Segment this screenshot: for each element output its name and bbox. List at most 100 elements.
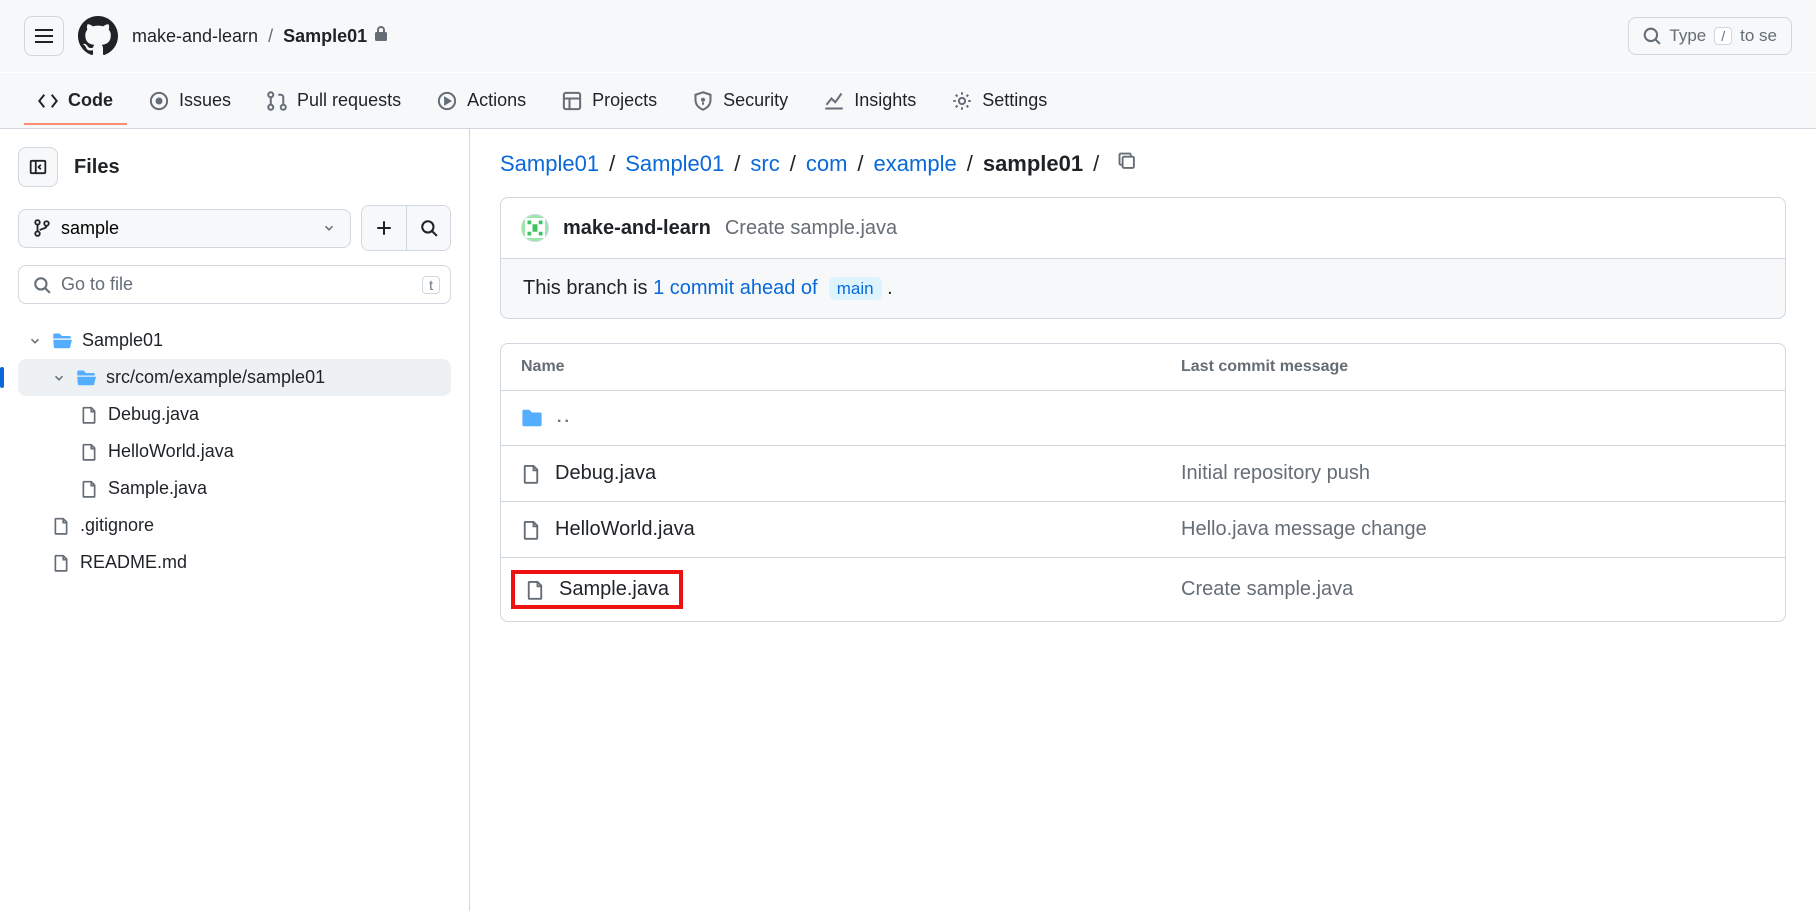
- tree-file[interactable]: Debug.java: [18, 396, 451, 433]
- breadcrumb-separator: /: [264, 26, 277, 47]
- search-files-button[interactable]: [406, 206, 450, 250]
- compare-link[interactable]: 1 commit ahead of: [653, 277, 818, 299]
- branch-compare-notice: This branch is 1 commit ahead of main .: [500, 259, 1786, 319]
- file-icon: [52, 554, 70, 572]
- path-current: sample01: [983, 151, 1083, 177]
- commit-message[interactable]: Create sample.java: [725, 217, 897, 240]
- file-icon: [521, 464, 541, 484]
- commit-msg-cell[interactable]: Initial repository push: [1181, 462, 1765, 485]
- path-segment[interactable]: src: [750, 151, 779, 177]
- goto-placeholder: Go to file: [61, 274, 133, 295]
- tab-security[interactable]: Security: [679, 76, 802, 125]
- parent-dir-row[interactable]: ..: [501, 391, 1785, 446]
- file-name[interactable]: HelloWorld.java: [555, 518, 695, 541]
- tab-actions[interactable]: Actions: [423, 76, 540, 125]
- shield-icon: [693, 91, 713, 111]
- hamburger-icon: [35, 29, 53, 43]
- gear-icon: [952, 91, 972, 111]
- chevron-down-icon: [322, 221, 336, 235]
- add-file-button[interactable]: [362, 206, 406, 250]
- tab-code[interactable]: Code: [24, 76, 127, 125]
- tab-issues[interactable]: Issues: [135, 76, 245, 125]
- global-header: make-and-learn / Sample01 Type / to se: [0, 0, 1816, 73]
- repo-link[interactable]: Sample01: [283, 26, 367, 47]
- file-icon: [52, 517, 70, 535]
- tree-file[interactable]: README.md: [18, 544, 451, 581]
- goto-file-input[interactable]: Go to file t: [18, 265, 451, 304]
- repo-nav: Code Issues Pull requests Actions Projec…: [0, 73, 1816, 129]
- file-icon: [525, 580, 545, 600]
- chevron-down-icon: [28, 334, 42, 348]
- search-icon: [420, 219, 438, 237]
- tab-pulls[interactable]: Pull requests: [253, 76, 415, 125]
- col-header-name: Name: [521, 358, 1181, 376]
- branch-select-button[interactable]: sample: [18, 209, 351, 248]
- play-icon: [437, 91, 457, 111]
- tab-settings[interactable]: Settings: [938, 76, 1061, 125]
- issues-icon: [149, 91, 169, 111]
- code-icon: [38, 91, 58, 111]
- search-kbd: /: [1714, 27, 1732, 45]
- lock-icon: [373, 26, 389, 47]
- commit-author[interactable]: make-and-learn: [563, 217, 711, 240]
- goto-kbd: t: [422, 276, 440, 294]
- commit-msg-cell[interactable]: Hello.java message change: [1181, 518, 1765, 541]
- tab-projects[interactable]: Projects: [548, 76, 671, 125]
- project-icon: [562, 91, 582, 111]
- folder-open-icon: [52, 331, 72, 351]
- path-segment[interactable]: Sample01: [500, 151, 599, 177]
- tree-file[interactable]: Sample.java: [18, 470, 451, 507]
- tree-file[interactable]: .gitignore: [18, 507, 451, 544]
- file-name[interactable]: Debug.java: [555, 462, 656, 485]
- file-listing-table: Name Last commit message .. Debug.java I…: [500, 343, 1786, 622]
- latest-commit-bar[interactable]: make-and-learn Create sample.java: [500, 197, 1786, 259]
- copy-icon: [1117, 151, 1137, 171]
- plus-icon: [375, 219, 393, 237]
- tree-file[interactable]: HelloWorld.java: [18, 433, 451, 470]
- collapse-sidebar-button[interactable]: [18, 147, 58, 187]
- owner-link[interactable]: make-and-learn: [132, 26, 258, 47]
- chevron-down-icon: [52, 371, 66, 385]
- tree-folder-src[interactable]: src/com/example/sample01: [18, 359, 451, 396]
- github-logo[interactable]: [78, 16, 118, 56]
- folder-icon: [521, 407, 543, 429]
- path-breadcrumb: Sample01/ Sample01/ src/ com/ example/ s…: [500, 151, 1786, 177]
- author-avatar[interactable]: [521, 214, 549, 242]
- file-name[interactable]: Sample.java: [559, 578, 669, 601]
- path-segment[interactable]: example: [874, 151, 957, 177]
- file-tree: Sample01 src/com/example/sample01 Debug.…: [18, 322, 451, 581]
- table-row[interactable]: Debug.java Initial repository push: [501, 446, 1785, 502]
- branch-icon: [33, 219, 51, 237]
- repo-breadcrumb: make-and-learn / Sample01: [132, 26, 389, 47]
- table-row[interactable]: HelloWorld.java Hello.java message chang…: [501, 502, 1785, 558]
- path-segment[interactable]: Sample01: [625, 151, 724, 177]
- table-row[interactable]: Sample.java Create sample.java: [501, 558, 1785, 621]
- content-area: Sample01/ Sample01/ src/ com/ example/ s…: [470, 129, 1816, 911]
- highlight-annotation: Sample.java: [511, 570, 683, 609]
- compare-base-branch[interactable]: main: [829, 277, 882, 300]
- file-tree-sidebar: Files sample Go to file t: [0, 129, 470, 911]
- branch-name: sample: [61, 218, 119, 239]
- search-icon: [1643, 27, 1661, 45]
- main-layout: Files sample Go to file t: [0, 129, 1816, 911]
- menu-button[interactable]: [24, 16, 64, 56]
- path-segment[interactable]: com: [806, 151, 848, 177]
- graph-icon: [824, 91, 844, 111]
- tree-folder-root[interactable]: Sample01: [18, 322, 451, 359]
- tab-insights[interactable]: Insights: [810, 76, 930, 125]
- file-icon: [80, 480, 98, 498]
- search-icon: [33, 276, 51, 294]
- files-title: Files: [74, 156, 120, 179]
- copy-path-button[interactable]: [1117, 151, 1137, 177]
- sidebar-collapse-icon: [29, 158, 47, 176]
- col-header-msg: Last commit message: [1181, 358, 1765, 376]
- table-header: Name Last commit message: [501, 344, 1785, 391]
- file-icon: [521, 520, 541, 540]
- file-icon: [80, 406, 98, 424]
- parent-dir-label: ..: [557, 409, 572, 427]
- search-suffix-text: to se: [1740, 26, 1777, 46]
- file-icon: [80, 443, 98, 461]
- git-pull-request-icon: [267, 91, 287, 111]
- global-search[interactable]: Type / to se: [1628, 17, 1792, 55]
- commit-msg-cell[interactable]: Create sample.java: [1181, 578, 1765, 601]
